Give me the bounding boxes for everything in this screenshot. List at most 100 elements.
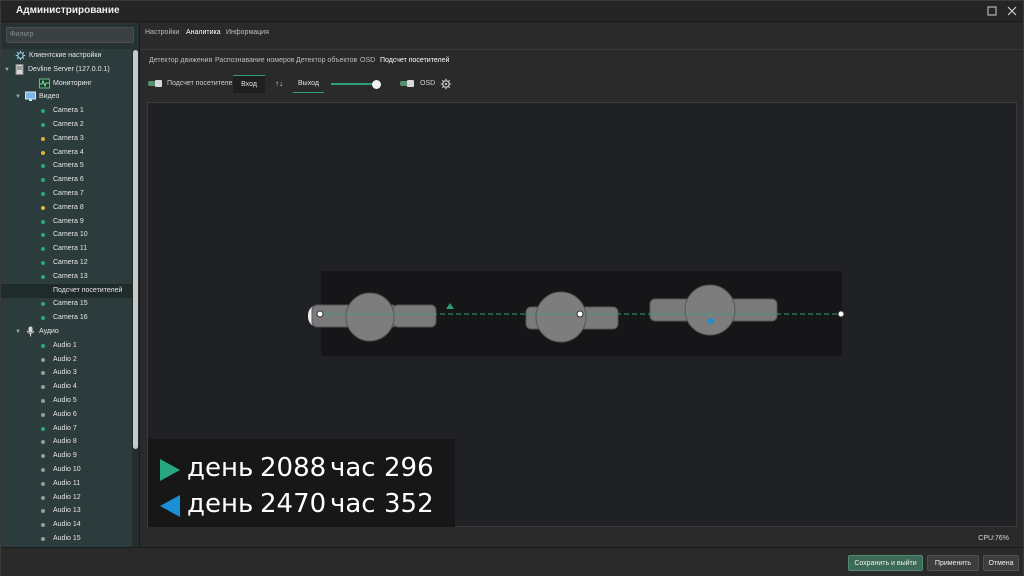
tree-item[interactable]: Audio 9: [1, 449, 132, 463]
tree-item[interactable]: ▼ Видео: [1, 90, 132, 104]
tree-item[interactable]: Camera 9: [1, 215, 132, 229]
tree-item[interactable]: Camera 5: [1, 159, 132, 173]
tree-item-label: Camera 1: [53, 107, 84, 115]
tree-item[interactable]: Audio 14: [1, 518, 132, 532]
tree-item-label: Camera 7: [53, 190, 84, 197]
visitor-counter-toggle[interactable]: [148, 80, 164, 87]
expand-arrow-icon[interactable]: ▼: [15, 90, 21, 104]
tree-item-label: Camera 16: [53, 314, 88, 322]
swap-direction-icon[interactable]: ↑↓: [275, 79, 283, 88]
tree-item[interactable]: Клиентские настройки: [1, 49, 132, 63]
tree-item[interactable]: Camera 15: [1, 297, 132, 311]
tree-item-label: Audio 8: [53, 438, 77, 446]
tree-item[interactable]: Audio 10: [1, 463, 132, 477]
status-dot: [41, 316, 45, 321]
status-dot: [41, 219, 45, 224]
tree-item[interactable]: Audio 4: [1, 380, 132, 394]
entry-button[interactable]: Вход: [233, 75, 265, 93]
tree-item[interactable]: Audio 3: [1, 366, 132, 380]
counter-toolbar: Подсчет посетителей Вход ↑↓ Выход OSD: [141, 72, 1023, 94]
tree-item-label: Camera 8: [53, 203, 84, 211]
status-dot: [41, 233, 45, 238]
monitoring-icon: [39, 78, 50, 89]
scrollbar-thumb[interactable]: [133, 50, 138, 449]
tree-item-label: Audio 14: [53, 521, 81, 529]
exit-button[interactable]: Выход: [293, 75, 324, 93]
sidebar: Клиентские настройки ▼ Devline Server (127…: [1, 23, 140, 547]
tree-item[interactable]: ▼ Devline Server (127.0.0.1): [1, 63, 132, 77]
tree-item-label: Camera 11: [53, 245, 88, 253]
apply-button[interactable]: Применить: [927, 555, 979, 571]
in-day-value: 2088: [260, 453, 327, 483]
status-dot: [41, 523, 45, 528]
tab-settings[interactable]: Настройки: [145, 29, 179, 36]
tree-item-label: Audio 2: [53, 355, 77, 363]
subtab-visitor-counter[interactable]: Подсчет посетителей: [380, 57, 449, 64]
tree-item[interactable]: Audio 1: [1, 339, 132, 353]
tree-item[interactable]: Audio 6: [1, 408, 132, 422]
subtab-object-detector[interactable]: Детектор объектов: [296, 57, 357, 64]
title-bar: Администрирование: [1, 1, 1023, 22]
tree-item[interactable]: Audio 11: [1, 477, 132, 491]
tree-item[interactable]: Мониторинг: [1, 77, 132, 91]
tree-item[interactable]: Audio 13: [1, 504, 132, 518]
status-dot: [41, 399, 45, 403]
maximize-icon[interactable]: [985, 4, 999, 18]
tree-item-label: Camera 5: [53, 162, 84, 170]
gear-icon[interactable]: [440, 77, 452, 90]
tree-item[interactable]: Audio 5: [1, 394, 132, 408]
tree-item[interactable]: Camera 1: [1, 104, 132, 118]
osd-toggle[interactable]: [400, 80, 416, 87]
tree-item[interactable]: Camera 8: [1, 201, 132, 215]
tree-item[interactable]: Camera 11: [1, 242, 132, 256]
tree-item-label: Audio 6: [53, 410, 77, 418]
filter-box[interactable]: [6, 27, 134, 43]
tree-item[interactable]: Camera 2: [1, 118, 132, 132]
out-day-label: день: [187, 489, 254, 519]
expand-arrow-icon[interactable]: ▼: [4, 63, 10, 77]
status-dot: [41, 123, 45, 127]
tree-item[interactable]: ▼ Аудио: [1, 325, 132, 339]
tree-item[interactable]: Audio 12: [1, 491, 132, 505]
tree-item-label: Клиентские настройки: [29, 52, 102, 59]
close-icon[interactable]: [1005, 4, 1019, 18]
tree-item[interactable]: Camera 3: [1, 132, 132, 146]
save-and-exit-button[interactable]: Сохранить и выйти: [848, 555, 923, 571]
device-tree: Клиентские настройки ▼ Devline Server (127…: [1, 49, 132, 547]
tree-item[interactable]: Camera 12: [1, 256, 132, 270]
status-dot: [41, 109, 45, 114]
subtab-motion-detector[interactable]: Детектор движения: [149, 57, 212, 64]
tree-item-label: Camera 2: [53, 121, 84, 128]
slider-knob[interactable]: [372, 80, 381, 89]
tree-item-label: Audio 9: [53, 452, 77, 460]
tree-item-label: Audio 12: [53, 493, 81, 501]
sensitivity-slider[interactable]: [331, 80, 382, 89]
tab-information[interactable]: Информация: [226, 29, 269, 36]
tree-item[interactable]: Audio 2: [1, 353, 132, 367]
filter-input[interactable]: [10, 31, 130, 38]
main-tabs: Настройки Аналитика Информация: [141, 23, 1023, 43]
tree-item[interactable]: Camera 7: [1, 187, 132, 201]
cancel-button[interactable]: Отмена: [983, 555, 1019, 571]
tree-item[interactable]: Camera 6: [1, 173, 132, 187]
tree-item[interactable]: Camera 10: [1, 228, 132, 242]
expand-arrow-icon[interactable]: ▼: [15, 325, 21, 339]
video-canvas[interactable]: день 2088 час 296 день 2470 час 352: [147, 102, 1017, 527]
tree-scrollbar[interactable]: [132, 49, 139, 547]
subtab-osd[interactable]: OSD: [360, 57, 375, 64]
tree-item[interactable]: Audio 15: [1, 532, 132, 546]
line-endpoint: [316, 310, 324, 318]
tree-item[interactable]: Camera 13: [1, 270, 132, 284]
out-hour-value: 352: [384, 489, 434, 519]
tree-item[interactable]: Audio 7: [1, 422, 132, 436]
tree-item[interactable]: Audio 8: [1, 435, 132, 449]
status-dot: [41, 468, 45, 472]
tracked-point: [708, 318, 714, 324]
tab-analytics[interactable]: Аналитика: [186, 29, 221, 36]
tree-item[interactable]: Подсчет посетителей: [1, 283, 132, 298]
status-dot: [41, 509, 45, 514]
subtab-plate-recognition[interactable]: Распознавание номеров: [215, 57, 295, 64]
tree-item[interactable]: Camera 16: [1, 311, 132, 325]
status-dot: [41, 412, 45, 417]
tree-item[interactable]: Camera 4: [1, 146, 132, 160]
